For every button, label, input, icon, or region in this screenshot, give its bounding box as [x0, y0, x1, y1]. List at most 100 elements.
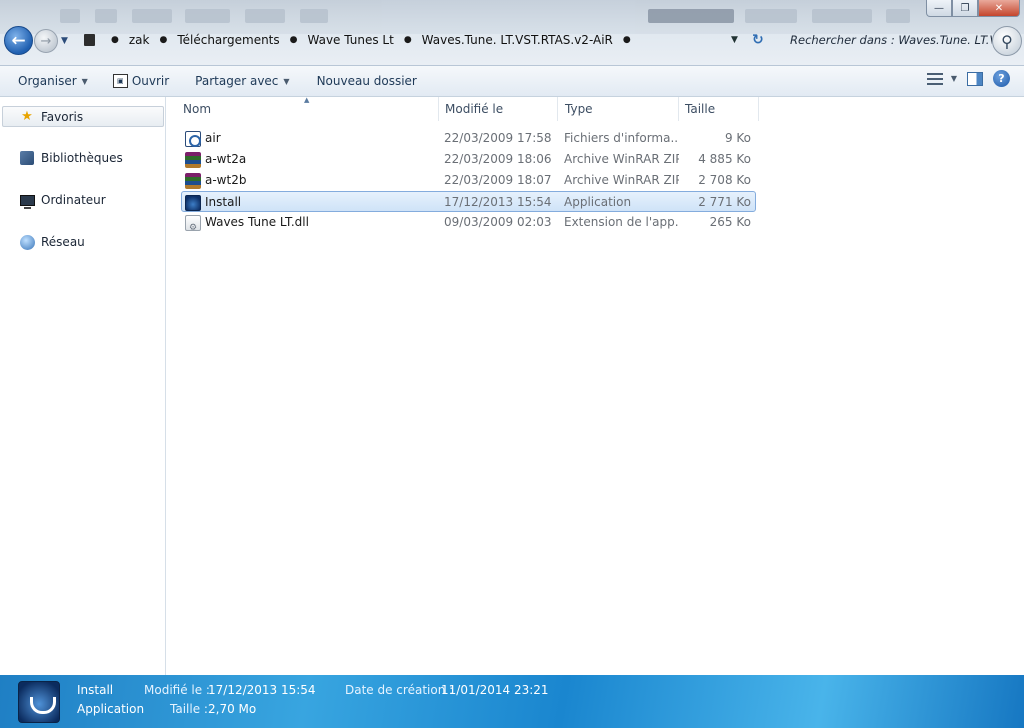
file-name: Install	[205, 195, 242, 209]
file-size: 2 708 Ko	[698, 173, 751, 187]
breadcrumb-separator[interactable]: ●	[290, 35, 298, 45]
ghost-block	[185, 9, 230, 23]
library-icon	[19, 150, 35, 166]
minimize-button[interactable]: —	[926, 0, 952, 17]
application-icon	[18, 681, 60, 723]
file-size: 9 Ko	[724, 131, 751, 145]
file-modified: 22/03/2009 18:06	[444, 152, 552, 166]
nav-item-label: Bibliothèques	[41, 151, 123, 165]
nav-item-libraries[interactable]: Bibliothèques	[19, 150, 123, 166]
details-created-label: Date de création :	[345, 683, 454, 697]
ghost-block	[245, 9, 285, 23]
new-folder-button[interactable]: Nouveau dossier	[312, 69, 422, 93]
view-controls: ▼ ?	[926, 70, 1010, 87]
search-icon: ⚲	[1001, 31, 1013, 51]
computer-icon	[19, 192, 35, 209]
change-view-button[interactable]: ▼	[926, 72, 957, 85]
nav-item-network[interactable]: Réseau	[19, 234, 85, 250]
maximize-button[interactable]: ❐	[952, 0, 978, 17]
breadcrumb-separator[interactable]: ●	[159, 35, 167, 45]
organise-label: Organiser	[18, 74, 77, 88]
file-row[interactable]: Waves Tune LT.dll 09/03/2009 02:03 Exten…	[181, 212, 756, 233]
file-type: Archive WinRAR ZIP	[564, 173, 679, 187]
nav-item-label: Réseau	[41, 235, 85, 249]
breadcrumb-item[interactable]: Téléchargements	[177, 33, 279, 47]
ghost-block	[132, 9, 172, 23]
nav-item-computer[interactable]: Ordinateur	[19, 192, 106, 209]
ghost-block	[300, 9, 328, 23]
nav-item-label: Ordinateur	[41, 193, 106, 207]
ghost-block	[95, 9, 117, 23]
breadcrumb-item[interactable]: Wave Tunes Lt	[308, 33, 394, 47]
preview-pane-button[interactable]	[967, 71, 983, 86]
help-icon: ?	[998, 72, 1005, 85]
file-type: Application	[564, 195, 632, 209]
file-type: Fichiers d'informa...	[564, 131, 679, 145]
breadcrumb-item[interactable]: Waves.Tune. LT.VST.RTAS.v2-AiR	[422, 33, 613, 47]
column-header-name[interactable]: Nom	[177, 97, 439, 121]
file-name: air	[205, 131, 221, 145]
command-bar: Organiser ▼ ▣ Ouvrir Partager avec ▼ Nou…	[0, 66, 1024, 97]
address-dropdown-button[interactable]: ▼	[731, 35, 738, 45]
search-button[interactable]: ⚲	[992, 26, 1022, 56]
ghost-block	[886, 9, 910, 23]
forward-button[interactable]: →	[34, 29, 58, 53]
ghost-block	[60, 9, 80, 23]
file-size: 2 771 Ko	[698, 195, 751, 209]
details-pane: Install Application Modifié le : 17/12/2…	[0, 675, 1024, 728]
navigation-pane: ★ Favoris Bibliothèques Ordinateur Résea…	[0, 97, 166, 675]
details-modified-label: Modifié le :	[144, 683, 210, 697]
breadcrumb-separator[interactable]: ●	[623, 35, 631, 45]
column-header-modified[interactable]: Modifié le	[439, 97, 558, 121]
file-row-selected[interactable]: Install 17/12/2013 15:54 Application 2 7…	[181, 191, 756, 212]
window-title-area: — ❐ ✕ ← → ▼ ● zak ● Téléchargements ● Wa…	[0, 0, 1024, 66]
file-row[interactable]: air 22/03/2009 17:58 Fichiers d'informa.…	[181, 128, 756, 149]
file-modified: 17/12/2013 15:54	[444, 195, 552, 209]
search-input[interactable]: Rechercher dans : Waves.Tune. LT.VST.RTA…	[786, 29, 992, 51]
share-button[interactable]: Partager avec ▼	[190, 69, 294, 93]
help-button[interactable]: ?	[993, 70, 1010, 87]
file-modified: 22/03/2009 17:58	[444, 131, 552, 145]
file-size: 4 885 Ko	[698, 152, 751, 166]
file-name: a-wt2b	[205, 173, 247, 187]
organise-button[interactable]: Organiser ▼	[13, 69, 93, 93]
column-headers: Nom Modifié le Type Taille	[167, 97, 1024, 121]
file-list: air 22/03/2009 17:58 Fichiers d'informa.…	[181, 128, 756, 233]
application-icon	[185, 194, 201, 211]
details-file-name: Install	[77, 683, 114, 697]
ghost-block	[648, 9, 734, 23]
winrar-icon	[185, 151, 201, 168]
file-size: 265 Ko	[709, 215, 751, 229]
open-icon: ▣	[112, 74, 128, 88]
chevron-down-icon: ▼	[61, 36, 68, 46]
column-header-size[interactable]: Taille	[679, 97, 759, 121]
chevron-down-icon: ▼	[81, 76, 88, 86]
back-button[interactable]: ←	[4, 26, 33, 55]
views-icon	[926, 72, 943, 85]
details-size-label: Taille :	[170, 702, 208, 716]
details-size-value: 2,70 Mo	[208, 702, 257, 716]
nav-item-label: Favoris	[41, 109, 84, 124]
file-name: Waves Tune LT.dll	[205, 215, 309, 229]
nfo-icon	[185, 130, 201, 147]
open-label: Ouvrir	[131, 74, 170, 88]
arrow-left-icon: ←	[11, 30, 26, 51]
nav-item-favorites[interactable]: ★ Favoris	[2, 106, 164, 127]
breadcrumb-separator[interactable]: ●	[404, 35, 412, 45]
refresh-button[interactable]: ↻	[752, 32, 764, 48]
ghost-block	[745, 9, 797, 23]
file-type: Extension de l'app...	[564, 215, 679, 229]
close-button[interactable]: ✕	[978, 0, 1020, 17]
breadcrumb-separator[interactable]: ●	[111, 35, 119, 45]
folder-icon	[84, 34, 95, 46]
breadcrumb-item[interactable]: zak	[129, 33, 150, 47]
column-header-type[interactable]: Type	[559, 97, 679, 121]
file-row[interactable]: a-wt2a 22/03/2009 18:06 Archive WinRAR Z…	[181, 149, 756, 170]
ghost-block	[812, 9, 872, 23]
file-name: a-wt2a	[205, 152, 247, 166]
address-bar[interactable]: ● zak ● Téléchargements ● Wave Tunes Lt …	[78, 29, 774, 51]
chevron-down-icon: ▼	[950, 74, 957, 83]
open-button[interactable]: ▣ Ouvrir	[108, 69, 174, 93]
recent-pages-button[interactable]: ▼	[61, 36, 68, 46]
file-row[interactable]: a-wt2b 22/03/2009 18:07 Archive WinRAR Z…	[181, 170, 756, 191]
